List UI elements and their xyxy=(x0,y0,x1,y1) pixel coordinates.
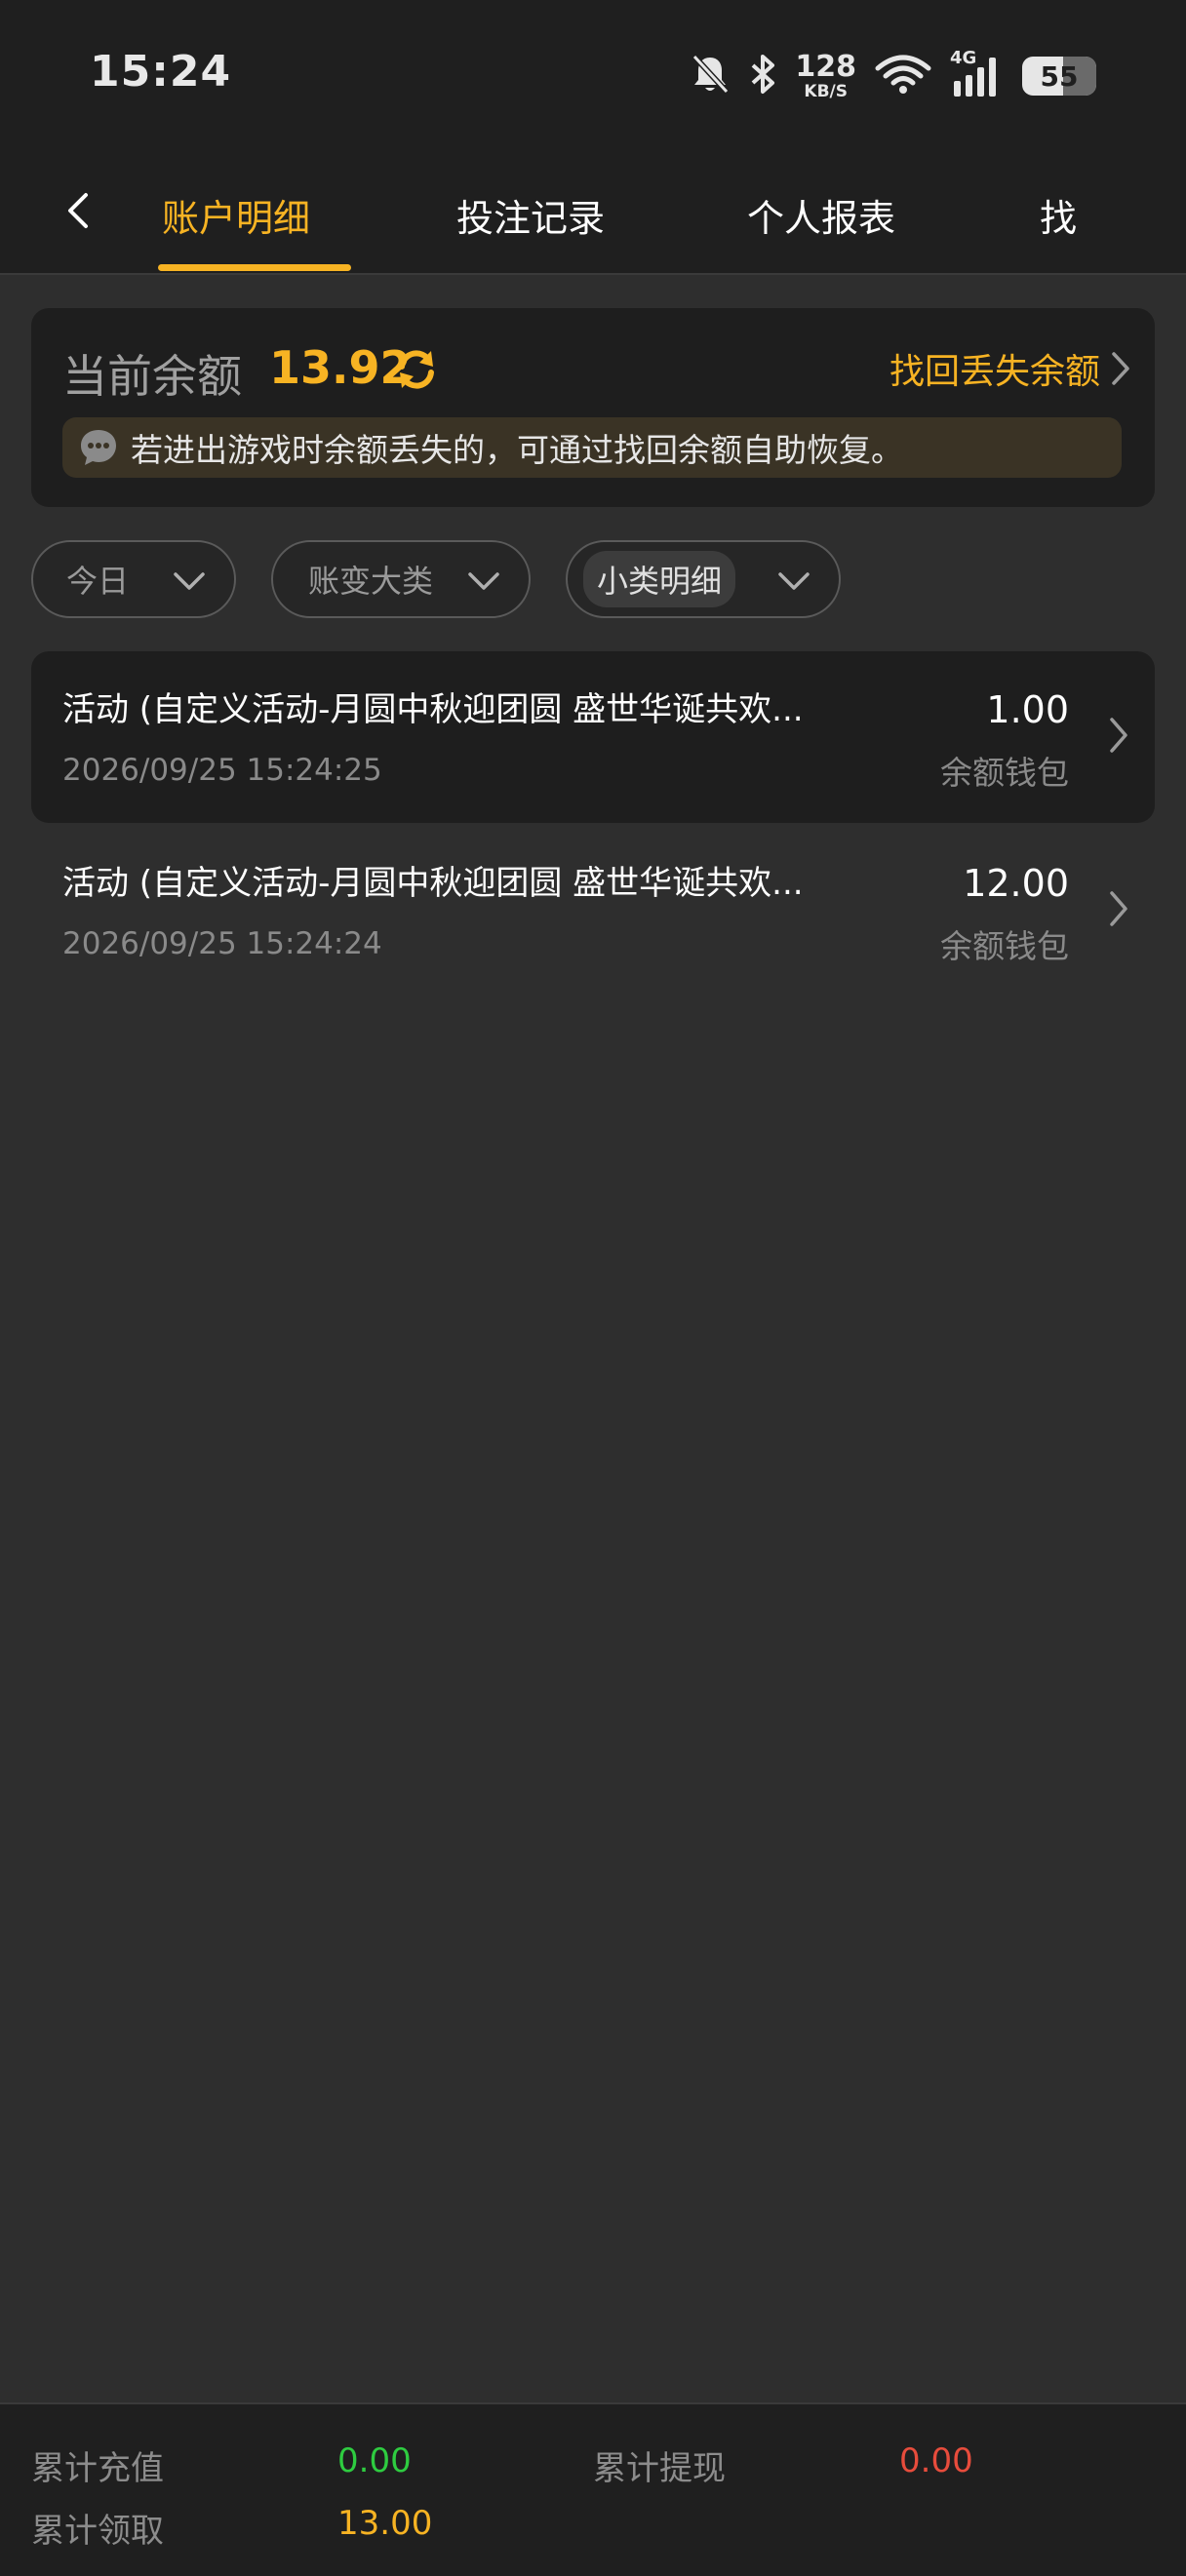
battery-icon: 55 xyxy=(1022,57,1096,96)
deposit-label: 累计充值 xyxy=(31,2449,164,2488)
summary-footer: 累计充值 0.00 累计提现 0.00 累计领取 13.00 xyxy=(0,2402,1186,2576)
balance-card: 当前余额 13.92 找回丢失余额 若进出游戏时余额丢失的，可通过找回余额自助恢… xyxy=(31,308,1155,507)
record-wallet: 余额钱包 xyxy=(940,927,1069,965)
net-speed: 128 KB/S xyxy=(795,49,856,101)
wifi-icon xyxy=(874,53,932,99)
tab-account-details[interactable]: 账户明细 xyxy=(162,156,310,273)
notice-text: 若进出游戏时余额丢失的，可通过找回余额自助恢复。 xyxy=(131,431,903,469)
withdraw-label: 累计提现 xyxy=(593,2449,726,2488)
recover-balance-link[interactable]: 找回丢失余额 xyxy=(890,343,1131,394)
claim-label: 累计领取 xyxy=(31,2512,164,2551)
tab-partial[interactable]: 找 xyxy=(1040,156,1077,273)
tab-personal-report[interactable]: 个人报表 xyxy=(747,156,895,273)
list-item[interactable]: 活动 (自定义活动-月圆中秋迎团圆 盛世华诞共欢... 2026/09/25 1… xyxy=(31,825,1155,996)
record-title: 活动 (自定义活动-月圆中秋迎团圆 盛世华诞共欢... xyxy=(62,690,804,729)
chevron-right-icon xyxy=(1110,891,1127,926)
claim-value: 13.00 xyxy=(337,2504,433,2543)
record-time: 2026/09/25 15:24:24 xyxy=(62,926,382,961)
chevron-right-icon xyxy=(1110,718,1127,753)
net-speed-unit: KB/S xyxy=(804,81,848,101)
chevron-down-icon xyxy=(174,572,205,590)
net-speed-value: 128 xyxy=(795,49,856,84)
status-time: 15:24 xyxy=(90,47,232,97)
refresh-icon[interactable] xyxy=(394,347,439,392)
chevron-down-icon xyxy=(468,572,499,590)
active-tab-indicator xyxy=(158,264,351,271)
status-icons: 128 KB/S 4G 55 xyxy=(690,47,1096,105)
status-bar: 15:24 128 KB/S 4G 55 xyxy=(0,0,1186,156)
back-button[interactable] xyxy=(51,181,105,240)
deposit-value: 0.00 xyxy=(337,2441,412,2480)
bluetooth-icon xyxy=(748,53,777,99)
tab-bet-records[interactable]: 投注记录 xyxy=(456,156,605,273)
bell-muted-icon xyxy=(690,53,731,99)
filter-subcategory[interactable]: 小类明细 xyxy=(566,540,841,618)
chevron-right-icon xyxy=(1112,352,1129,385)
chevron-left-icon xyxy=(68,193,88,228)
chat-bubble-icon xyxy=(81,430,116,465)
filter-category-label: 账变大类 xyxy=(308,563,434,600)
record-title: 活动 (自定义活动-月圆中秋迎团圆 盛世华诞共欢... xyxy=(62,864,804,903)
recover-balance-label: 找回丢失余额 xyxy=(889,352,1100,392)
filter-subcategory-label: 小类明细 xyxy=(583,551,736,607)
filter-date[interactable]: 今日 xyxy=(31,540,236,618)
withdraw-value: 0.00 xyxy=(899,2441,973,2480)
record-amount: 1.00 xyxy=(986,688,1069,731)
filter-category[interactable]: 账变大类 xyxy=(271,540,531,618)
record-wallet: 余额钱包 xyxy=(940,754,1069,792)
filter-date-label: 今日 xyxy=(66,563,130,600)
record-time: 2026/09/25 15:24:25 xyxy=(62,753,382,788)
balance-label: 当前余额 xyxy=(62,350,242,403)
balance-value: 13.92 xyxy=(269,341,412,394)
top-nav: 账户明细 投注记录 个人报表 找 xyxy=(0,156,1186,275)
list-item[interactable]: 活动 (自定义活动-月圆中秋迎团圆 盛世华诞共欢... 2026/09/25 1… xyxy=(31,651,1155,823)
chevron-down-icon xyxy=(778,572,810,590)
notice-banner: 若进出游戏时余额丢失的，可通过找回余额自助恢复。 xyxy=(62,417,1122,478)
record-amount: 12.00 xyxy=(963,862,1069,905)
battery-level: 55 xyxy=(1040,59,1079,93)
cellular-icon: 4G xyxy=(950,48,1005,100)
